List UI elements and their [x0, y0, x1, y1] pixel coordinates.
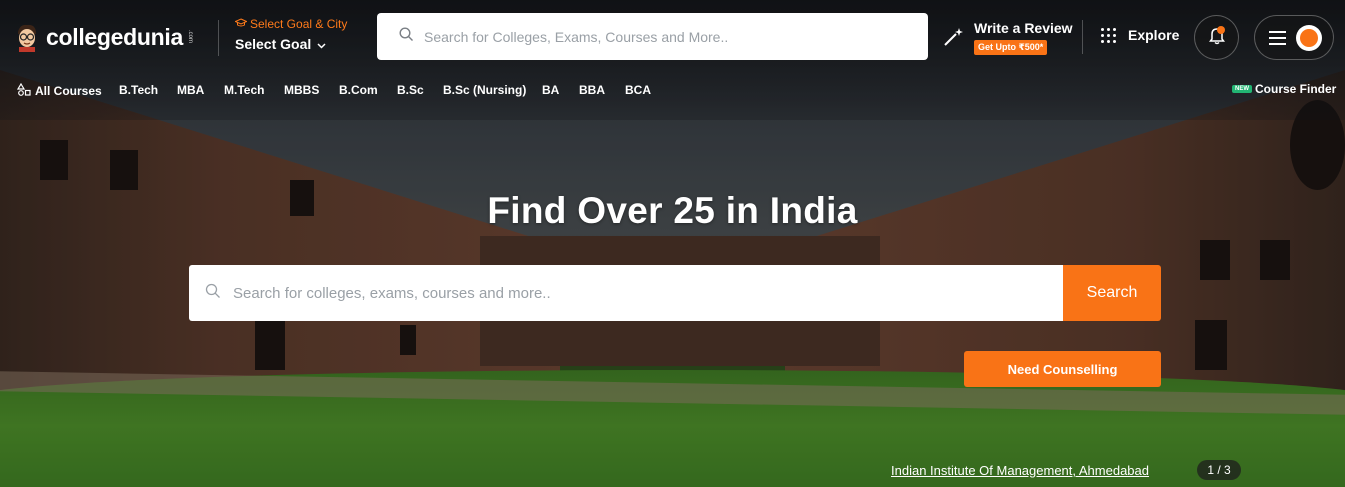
course-btech[interactable]: B.Tech: [119, 83, 158, 97]
review-title: Write a Review: [974, 20, 1073, 36]
course-label: All Courses: [35, 84, 102, 98]
top-navbar: collegedunia .com Select Goal & City Sel…: [0, 0, 1345, 76]
graduation-cap-icon: [234, 17, 248, 31]
select-goal-label: Select Goal: [235, 36, 312, 52]
course-bba[interactable]: BBA: [579, 83, 605, 97]
notification-button[interactable]: [1194, 15, 1239, 60]
course-bca[interactable]: BCA: [625, 83, 651, 97]
search-icon: [399, 26, 414, 47]
explore-label: Explore: [1128, 27, 1180, 43]
write-review-button[interactable]: Write a Review Get Upto ₹500*: [942, 20, 1073, 55]
course-bsc[interactable]: B.Sc: [397, 83, 424, 97]
shapes-icon: [16, 82, 31, 99]
header-search-input[interactable]: [424, 28, 904, 45]
review-badge: Get Upto ₹500*: [974, 40, 1048, 55]
course-finder-link[interactable]: NEW Course Finder: [1232, 82, 1336, 96]
divider: [218, 20, 219, 56]
menu-button[interactable]: [1254, 15, 1334, 60]
header-search-bar[interactable]: [377, 13, 928, 60]
course-finder-label: Course Finder: [1255, 82, 1337, 96]
need-counselling-button[interactable]: Need Counselling: [964, 351, 1161, 387]
logo-text: collegedunia: [46, 23, 183, 50]
select-goal-dropdown[interactable]: Select Goal & City Select Goal: [234, 17, 348, 52]
hero-search-bar[interactable]: [189, 265, 1063, 321]
logo[interactable]: collegedunia .com: [14, 22, 193, 52]
goal-hint: Select Goal & City: [234, 17, 348, 31]
hero-search-input[interactable]: [233, 284, 1033, 302]
college-caption-link[interactable]: Indian Institute Of Management, Ahmedaba…: [891, 463, 1149, 478]
goal-main: Select Goal: [235, 36, 347, 52]
review-text-group: Write a Review Get Upto ₹500*: [974, 20, 1073, 55]
magic-wand-icon: [942, 26, 964, 55]
course-mba[interactable]: MBA: [177, 83, 204, 97]
course-ba[interactable]: BA: [542, 83, 559, 97]
explore-button[interactable]: Explore: [1101, 27, 1179, 43]
user-avatar-icon: [1296, 24, 1322, 51]
search-button[interactable]: Search: [1063, 265, 1161, 321]
course-bsc-nursing[interactable]: B.Sc (Nursing): [443, 83, 526, 97]
goal-hint-text: Select Goal & City: [250, 17, 348, 31]
hamburger-menu-icon: [1269, 30, 1286, 45]
hero-title: Find Over 25 in India: [487, 190, 858, 231]
logo-suffix: .com: [186, 30, 193, 44]
divider: [1082, 20, 1083, 54]
grid-dots-icon: [1101, 27, 1116, 43]
logo-mascot-icon: [14, 22, 40, 52]
course-mbbs[interactable]: MBBS: [284, 83, 319, 97]
course-bcom[interactable]: B.Com: [339, 83, 378, 97]
chevron-down-icon: [317, 36, 326, 52]
notification-dot: [1217, 26, 1225, 34]
course-mtech[interactable]: M.Tech: [224, 83, 264, 97]
new-badge: NEW: [1232, 85, 1252, 93]
slide-counter: 1 / 3: [1197, 460, 1241, 480]
search-icon: [205, 283, 221, 304]
course-all-courses[interactable]: All Courses: [16, 82, 102, 99]
